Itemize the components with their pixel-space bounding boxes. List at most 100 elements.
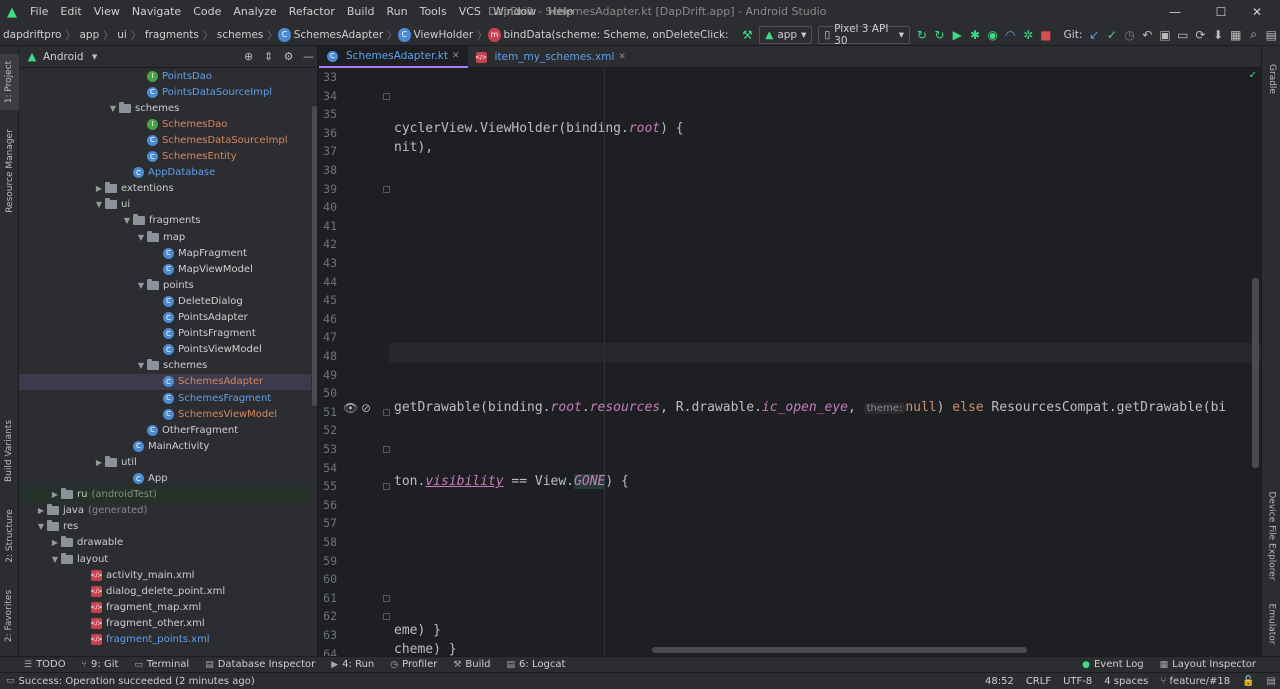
locate-icon[interactable]: ⊕ (242, 50, 256, 64)
editor-vertical-scrollbar[interactable] (1252, 278, 1259, 468)
sdk-manager-icon[interactable]: ⬇ (1209, 25, 1227, 45)
tree-item[interactable]: I SchemesDao (19, 116, 311, 132)
collapse-all-icon[interactable]: ⇕ (262, 50, 276, 64)
attach-debugger-icon[interactable]: ✲ (1019, 25, 1037, 45)
breadcrumb-project[interactable]: dapdriftpro (0, 29, 64, 41)
breadcrumb-schemes[interactable]: schemes (214, 29, 267, 41)
tab-schemes-adapter[interactable]: C SchemesAdapter.kt ✕ (319, 46, 468, 68)
collapsed-arrow-icon[interactable]: ▶ (35, 506, 47, 515)
run-icon[interactable]: ▶ (948, 25, 966, 45)
close-tab-icon[interactable]: ✕ (618, 52, 626, 62)
project-view-mode[interactable]: Android (43, 51, 84, 63)
fold-marker-icon[interactable] (383, 483, 390, 491)
tool-tab-resource-manager[interactable]: Resource Manager (0, 126, 19, 216)
tree-item[interactable]: C DeleteDialog (19, 293, 311, 309)
fold-marker-icon[interactable] (383, 408, 390, 416)
menu-tools[interactable]: Tools (414, 0, 453, 24)
hide-panel-icon[interactable]: — (302, 50, 316, 64)
collapsed-arrow-icon[interactable]: ▶ (93, 184, 105, 193)
tree-item[interactable]: ▶ drawable (19, 535, 311, 551)
tool-git[interactable]: ⑂ 9: Git (74, 659, 127, 670)
stop-icon[interactable]: ■ (1037, 25, 1055, 45)
breadcrumb-fragments[interactable]: fragments (142, 29, 202, 41)
rollback-icon[interactable]: ↶ (1138, 25, 1156, 45)
fold-marker-icon[interactable] (383, 185, 390, 193)
fold-marker-icon[interactable] (383, 613, 390, 621)
expanded-arrow-icon[interactable]: ▼ (107, 104, 119, 113)
tool-logcat[interactable]: ▤ 6: Logcat (499, 659, 574, 670)
close-window-button[interactable]: ✕ (1234, 0, 1280, 24)
tool-build[interactable]: ⚒ Build (445, 659, 498, 670)
tool-layout-inspector[interactable]: ▦ Layout Inspector (1152, 659, 1264, 670)
menu-refactor[interactable]: Refactor (283, 0, 341, 24)
expanded-arrow-icon[interactable]: ▼ (135, 361, 147, 370)
tree-item[interactable]: C AppDatabase (19, 165, 311, 181)
dropdown-arrow-icon[interactable]: ▾ (88, 50, 102, 64)
settings-icon[interactable]: ▤ (1262, 25, 1280, 45)
tree-item[interactable]: ▶ ru (androidTest) (19, 486, 311, 503)
tool-terminal[interactable]: ▭ Terminal (126, 659, 197, 670)
collapsed-arrow-icon[interactable]: ▶ (49, 538, 61, 547)
profile-icon[interactable]: ◠ (1002, 25, 1020, 45)
tool-tab-device-file-explorer[interactable]: Device File Explorer (1262, 476, 1280, 596)
hammer-build-icon[interactable]: ⚒ (739, 25, 757, 45)
menu-code[interactable]: Code (187, 0, 227, 24)
tree-item[interactable]: </> fragment_other.xml (19, 615, 311, 631)
layout-inspector-icon[interactable]: ▦ (1227, 25, 1245, 45)
tree-item[interactable]: C SchemesFragment (19, 390, 311, 406)
tree-item[interactable]: </> fragment_map.xml (19, 599, 311, 615)
tree-item[interactable]: ▼ fragments (19, 213, 311, 229)
fold-marker-icon[interactable] (383, 92, 390, 100)
tree-item[interactable]: </> fragment_points.xml (19, 632, 311, 648)
tree-item[interactable]: ▼ ui (19, 197, 311, 213)
tree-item[interactable]: C PointsDataSourceImpl (19, 84, 311, 100)
coverage-icon[interactable]: ◉ (984, 25, 1002, 45)
tool-todo[interactable]: ☰ TODO (16, 659, 74, 670)
close-tab-icon[interactable]: ✕ (452, 51, 460, 61)
tree-item[interactable]: C SchemesViewModel (19, 406, 311, 422)
git-branch[interactable]: ⑂ feature/#18 (1160, 676, 1230, 687)
memory-indicator-icon[interactable]: ▤ (1267, 676, 1276, 687)
menu-build[interactable]: Build (341, 0, 381, 24)
apply-changes-icon[interactable]: ↻ (913, 25, 931, 45)
tool-tab-favorites[interactable]: 2: Favorites (0, 586, 19, 646)
tree-item[interactable]: C PointsFragment (19, 326, 311, 342)
tree-item[interactable]: ▼ layout (19, 551, 311, 567)
debug-icon[interactable]: ✱ (966, 25, 984, 45)
tree-item[interactable]: C OtherFragment (19, 422, 311, 438)
caret-position[interactable]: 48:52 (985, 676, 1014, 687)
tree-item[interactable]: ▼ res (19, 519, 311, 535)
breadcrumb-ui[interactable]: ui (114, 29, 130, 41)
device-select[interactable]: ▯ Pixel 3 API 30 ▾ (818, 23, 911, 47)
collapsed-arrow-icon[interactable]: ▶ (93, 458, 105, 467)
tool-profiler[interactable]: ◷ Profiler (382, 659, 445, 670)
inspection-ok-icon[interactable]: ✓ (1249, 70, 1257, 81)
expanded-arrow-icon[interactable]: ▼ (135, 281, 147, 290)
minimize-button[interactable]: — (1152, 0, 1198, 24)
tree-item[interactable]: </> activity_main.xml (19, 567, 311, 583)
tool-database-inspector[interactable]: ▤ Database Inspector (197, 659, 323, 670)
tree-item[interactable]: C App (19, 471, 311, 487)
menu-view[interactable]: View (88, 0, 126, 24)
breadcrumb-method[interactable]: bindData(scheme: Scheme, onDeleteClick: … (501, 29, 731, 41)
tree-item[interactable]: ▶ util (19, 454, 311, 470)
menu-run[interactable]: Run (381, 0, 414, 24)
git-update-icon[interactable]: ↙ (1085, 25, 1103, 45)
expanded-arrow-icon[interactable]: ▼ (135, 233, 147, 242)
editor-horizontal-scrollbar[interactable] (652, 647, 1027, 653)
lock-icon[interactable]: 🔓 (1242, 676, 1254, 687)
menu-edit[interactable]: Edit (54, 0, 87, 24)
tool-tab-gradle[interactable]: Gradle (1262, 54, 1280, 104)
tree-item[interactable]: ▼ schemes (19, 358, 311, 374)
tree-item[interactable]: I PointsDao (19, 68, 311, 84)
search-icon[interactable]: ⌕ (1245, 25, 1263, 45)
expanded-arrow-icon[interactable]: ▼ (121, 216, 133, 225)
run-config-select[interactable]: ▲ app ▾ (759, 25, 813, 44)
file-encoding[interactable]: UTF-8 (1063, 676, 1092, 687)
tree-item[interactable]: C MapFragment (19, 245, 311, 261)
tree-item[interactable]: ▶ extentions (19, 181, 311, 197)
tool-event-log[interactable]: ● Event Log (1074, 659, 1152, 670)
menu-vcs[interactable]: VCS (453, 0, 487, 24)
expanded-arrow-icon[interactable]: ▼ (35, 522, 47, 531)
breadcrumb-module[interactable]: app (76, 29, 102, 41)
